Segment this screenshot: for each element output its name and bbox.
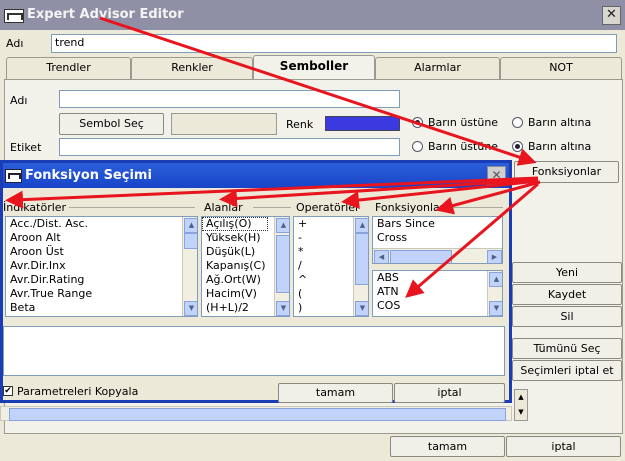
window-close-button[interactable]: ✕ (602, 6, 621, 25)
operators-scrollbar[interactable]: ▲ ▼ (353, 217, 368, 316)
list-item[interactable]: Avr.True Range (6, 287, 197, 301)
scroll-thumb[interactable] (9, 408, 506, 421)
scroll-thumb[interactable] (276, 235, 289, 293)
symbol-name-label: Adı (10, 94, 28, 107)
fields-list[interactable]: Açılış(O) Yüksek(H) Düşük(L) Kapanış(C) … (201, 216, 290, 317)
radio-above-bar-2[interactable] (412, 141, 423, 152)
label-input[interactable] (59, 138, 400, 156)
new-button[interactable]: Yeni (512, 262, 622, 283)
list-item[interactable]: Bars Since (373, 217, 502, 231)
select-all-button[interactable]: Tümünü Seç (512, 338, 622, 359)
clear-selection-button[interactable]: Seçimleri iptal et (512, 360, 622, 381)
scroll-thumb[interactable] (184, 233, 197, 249)
radio-below-bar-2-label: Barın altına (528, 140, 592, 153)
list-item[interactable]: Beta (6, 301, 197, 315)
copy-params-label: Parametreleri Kopyala (17, 385, 139, 398)
functions-list-bottom[interactable]: ABS ATN COS ▲ ▼ (372, 270, 503, 317)
name-label: Adı (6, 37, 24, 50)
scroll-left-icon[interactable]: ◀ (374, 250, 389, 263)
scroll-down-icon[interactable]: ▼ (355, 301, 368, 316)
scroll-up-icon[interactable]: ▲ (184, 218, 197, 233)
functions-label: Fonksiyonlar (375, 201, 445, 214)
list-item[interactable]: Cross (373, 231, 502, 245)
radio-above-bar-1-label: Barın üstüne (428, 116, 499, 129)
functions-bottom-scrollbar[interactable]: ▲ ▼ (487, 271, 502, 316)
radio-below-bar-1[interactable] (512, 117, 523, 128)
symbol-select-button[interactable]: Sembol Seç (59, 113, 164, 135)
radio-below-bar-2[interactable] (512, 141, 523, 152)
fields-label: Alanlar (204, 201, 243, 214)
scroll-up-icon[interactable]: ▲ (489, 272, 502, 287)
formula-textarea[interactable] (3, 326, 505, 376)
color-label: Renk (286, 118, 314, 131)
dialog-cancel-button[interactable]: iptal (394, 383, 505, 403)
list-item[interactable]: ABS (373, 271, 502, 285)
save-button[interactable]: Kaydet (512, 284, 622, 305)
window-title: Expert Advisor Editor (27, 7, 184, 22)
label-label: Etiket (10, 141, 42, 154)
delete-button[interactable]: Sil (512, 306, 622, 327)
tab-not[interactable]: NOT (500, 57, 622, 79)
scroll-thumb[interactable] (390, 250, 452, 263)
radio-below-bar-1-label: Barın altına (528, 116, 592, 129)
dialog-title-bar: Fonksiyon Seçimi (3, 163, 509, 188)
fields-divider (253, 207, 291, 208)
list-item[interactable]: Aroon Alt (6, 231, 197, 245)
dialog-title: Fonksiyon Seçimi (25, 168, 152, 183)
operators-label: Operatörler (296, 201, 360, 214)
tab-semboller[interactable]: Semboller (253, 55, 375, 80)
color-swatch[interactable] (325, 116, 400, 131)
scroll-down-icon[interactable]: ▼ (184, 301, 197, 316)
operators-list[interactable]: + - * / ^ ( ) ▲ ▼ (293, 216, 369, 317)
main-title-bar: Expert Advisor Editor (0, 0, 625, 30)
name-input[interactable]: trend (51, 34, 617, 53)
symbol-preview (171, 113, 277, 135)
list-item[interactable]: Acc./Dist. Asc. (6, 217, 197, 231)
tab-trendler[interactable]: Trendler (6, 57, 131, 79)
list-item[interactable]: Aroon Üst (6, 245, 197, 259)
indicators-list[interactable]: Acc./Dist. Asc. Aroon Alt Aroon Üst Avr.… (5, 216, 198, 317)
dialog-ok-button[interactable]: tamam (278, 383, 393, 403)
ok-button[interactable]: tamam (390, 436, 505, 457)
scroll-up-icon[interactable]: ▲ (276, 218, 289, 233)
list-item[interactable]: Avr.Dir.Inx (6, 259, 197, 273)
indicators-scrollbar[interactable]: ▲ ▼ (182, 217, 197, 316)
radio-above-bar-2-label: Barın üstüne (428, 140, 499, 153)
scroll-up-icon[interactable]: ▲ (355, 218, 368, 233)
functions-list-top[interactable]: Bars Since Cross ◀ ▶ (372, 216, 503, 264)
tab-renkler[interactable]: Renkler (131, 57, 253, 79)
copy-params-checkbox[interactable]: ✔ (3, 386, 13, 396)
cancel-button[interactable]: iptal (506, 436, 621, 457)
list-item[interactable]: ATN (373, 285, 502, 299)
tab-alarmlar[interactable]: Alarmlar (375, 57, 500, 79)
functions-top-hscrollbar[interactable]: ◀ ▶ (373, 248, 502, 263)
radio-above-bar-1[interactable] (412, 117, 423, 128)
functions-divider (450, 207, 503, 208)
bg-scrollbar[interactable]: ▲ ▼ (514, 389, 528, 421)
list-item[interactable]: COS (373, 299, 502, 313)
scroll-down-icon[interactable]: ▼ (489, 301, 502, 316)
list-item[interactable]: Açılış(O) (202, 217, 268, 231)
scroll-down-icon[interactable]: ▼ (276, 301, 289, 316)
fields-scrollbar[interactable]: ▲ ▼ (274, 217, 289, 316)
scroll-thumb[interactable] (355, 233, 368, 285)
app-icon (4, 9, 24, 23)
scroll-right-icon[interactable]: ▶ (487, 250, 502, 263)
indicators-label: İndikatörler (3, 201, 67, 214)
dialog-close-button[interactable]: ✕ (487, 166, 506, 185)
name-input-value: trend (55, 36, 85, 49)
list-item[interactable]: Avr.Dir.Rating (6, 273, 197, 287)
function-select-dialog: Fonksiyon Seçimi ✕ İndikatörler Alanlar … (0, 160, 512, 403)
indicators-divider (69, 207, 195, 208)
bg-hscrollbar[interactable] (0, 406, 512, 421)
symbol-name-input[interactable] (59, 90, 400, 108)
dialog-app-icon (5, 169, 22, 183)
functions-button[interactable]: Fonksiyonlar (514, 161, 619, 183)
